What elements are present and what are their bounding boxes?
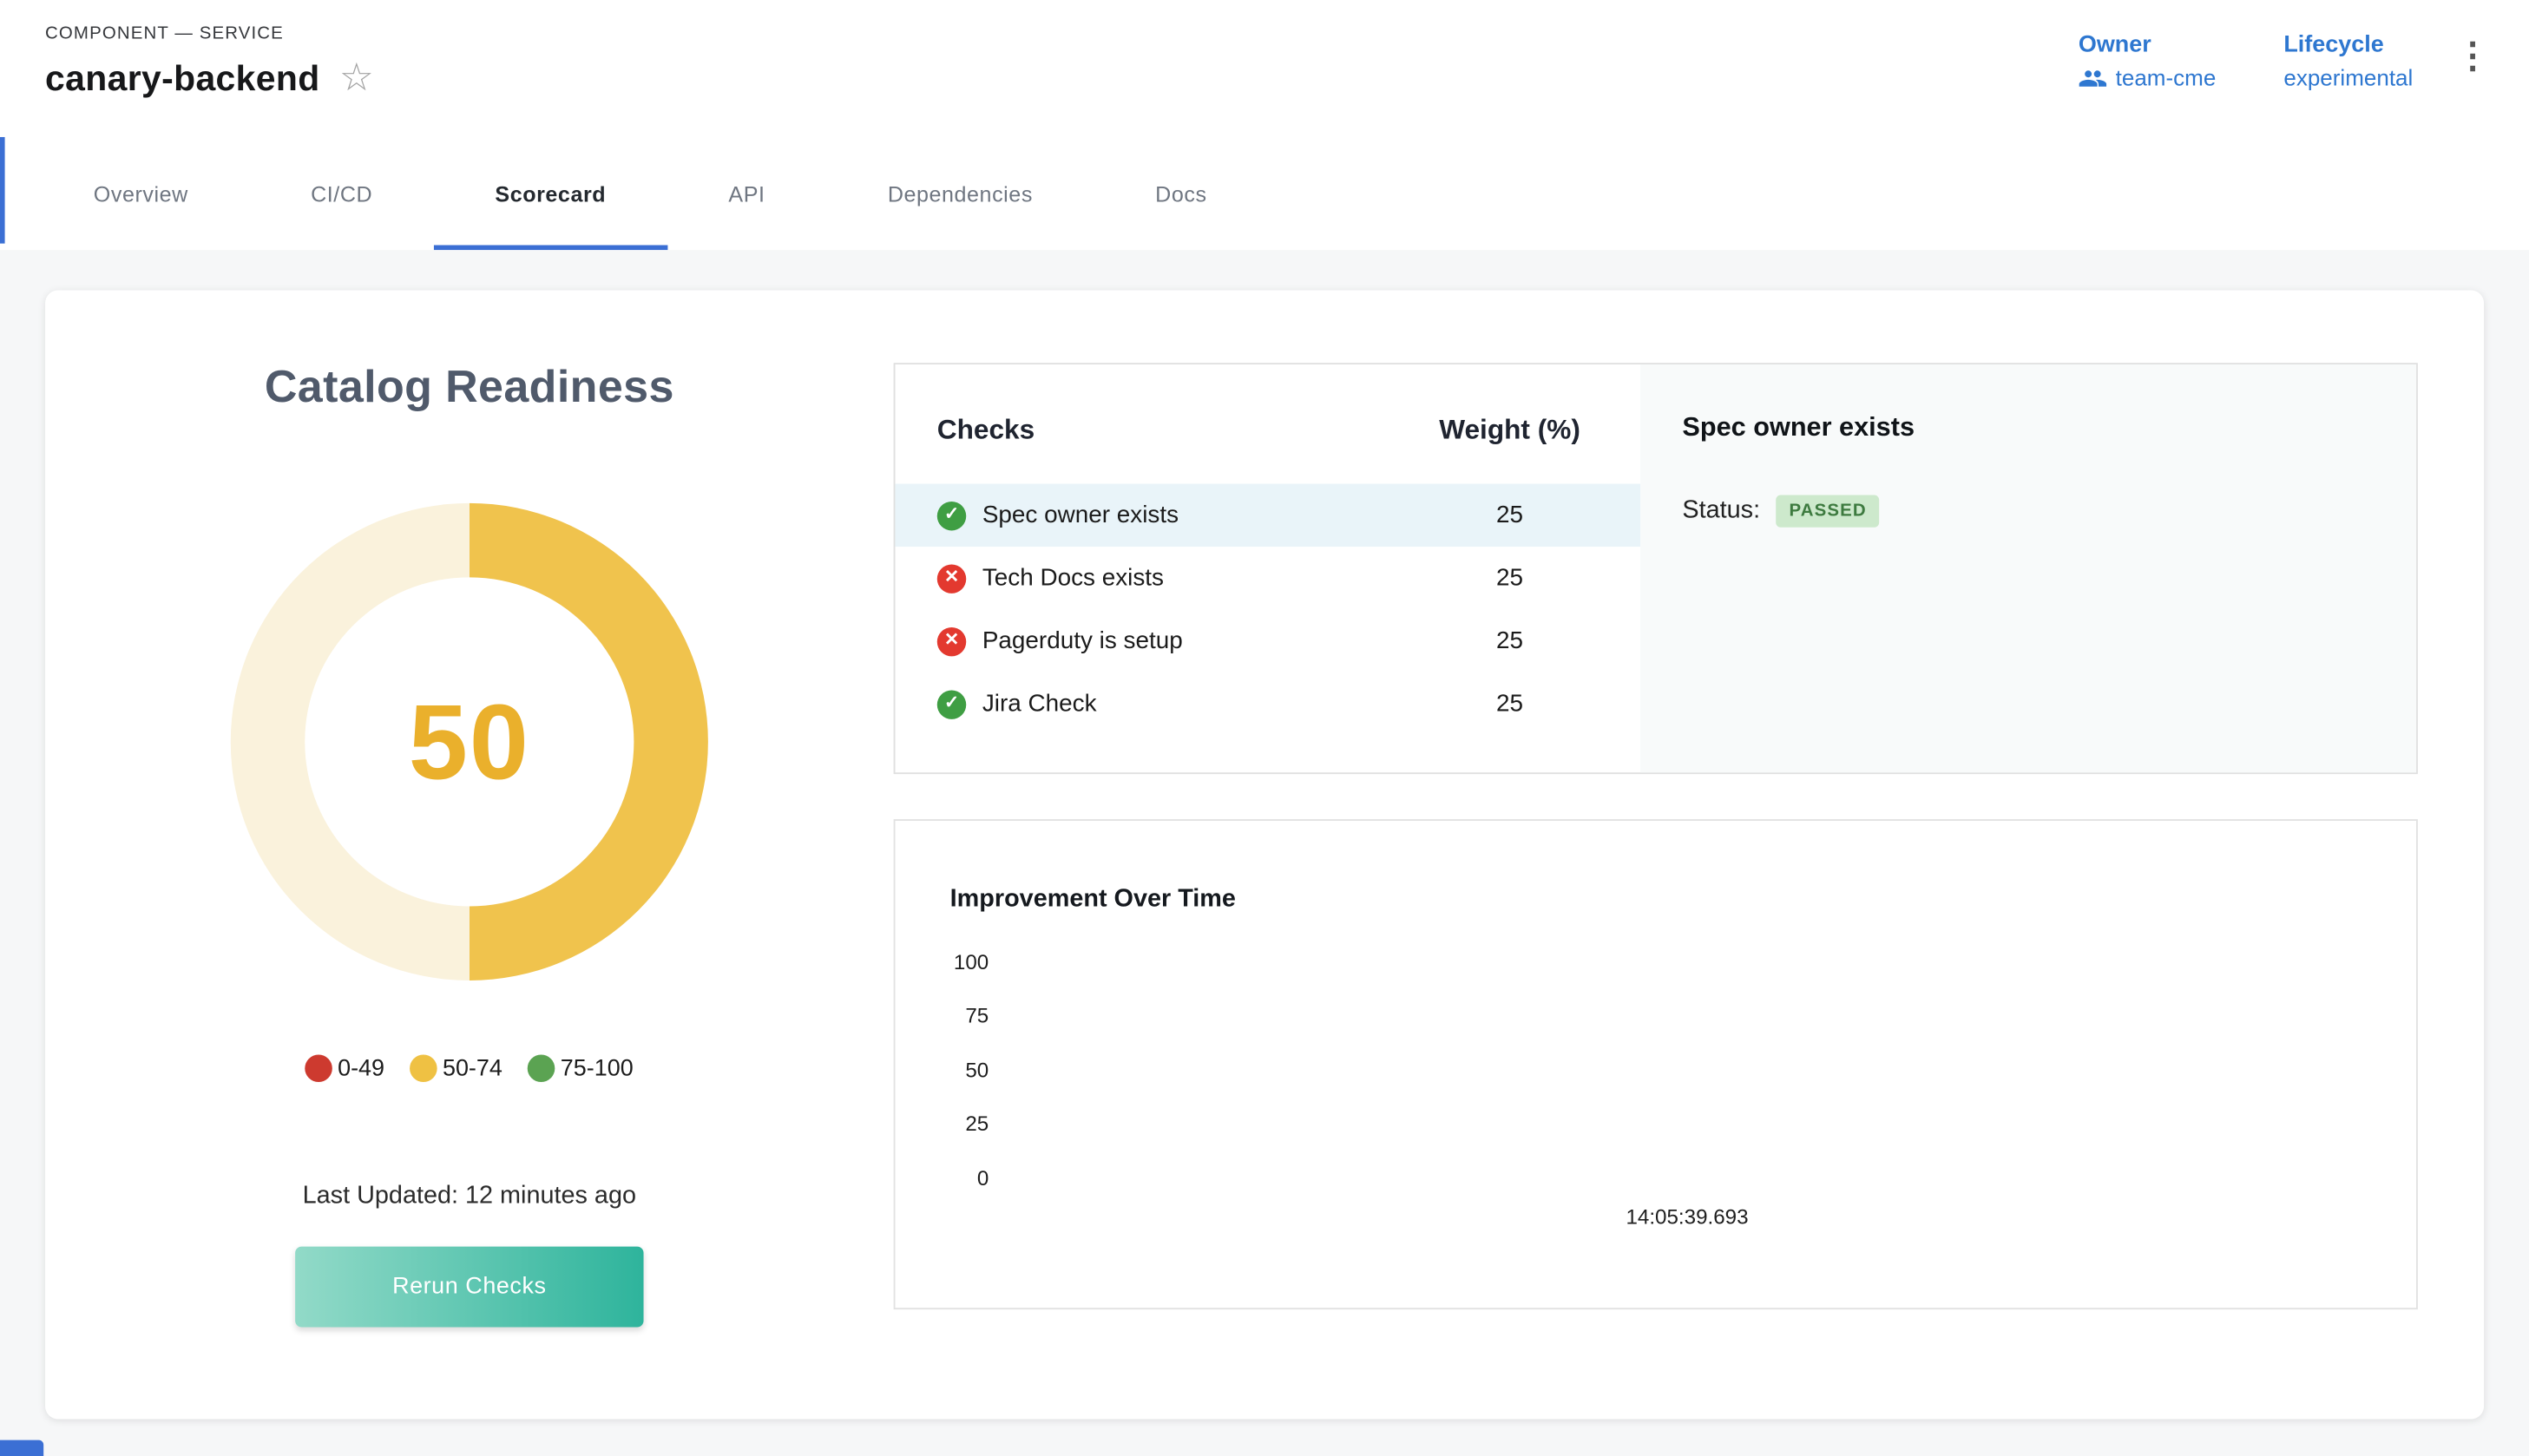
tab-cicd[interactable]: CI/CD <box>249 137 433 250</box>
scorecard-card: Catalog Readiness 50 0-49 50-74 <box>45 291 2484 1420</box>
score-legend: 0-49 50-74 75-100 <box>305 1054 634 1082</box>
check-row-pagerduty[interactable]: ✕ Pagerduty is setup 25 <box>895 610 1640 672</box>
tab-dependencies[interactable]: Dependencies <box>826 137 1094 250</box>
check-detail-panel: Spec owner exists Status: PASSED <box>1640 364 2416 772</box>
check-name: Tech Docs exists <box>982 564 1164 592</box>
owner-label: Owner <box>2079 32 2216 58</box>
checks-column: Checks Weight (%) ✓ Spec owner exists 25 <box>894 291 2484 1420</box>
y-axis-tick: 75 <box>941 1003 989 1027</box>
status-label: Status: <box>1682 496 1760 525</box>
bottom-left-accent <box>0 1440 43 1456</box>
breadcrumb: COMPONENT — SERVICE <box>45 24 284 43</box>
last-updated: Last Updated: 12 minutes ago <box>303 1182 636 1210</box>
y-axis-tick: 50 <box>941 1058 989 1082</box>
score-gauge: 50 <box>231 503 708 981</box>
checks-header-label: Checks <box>937 415 1422 447</box>
check-row-jira[interactable]: ✓ Jira Check 25 <box>895 672 1640 735</box>
tab-docs[interactable]: Docs <box>1094 137 1269 250</box>
tab-bar: Overview CI/CD Scorecard API Dependencie… <box>0 137 2529 250</box>
check-weight: 25 <box>1421 690 1598 718</box>
legend-dot-red-icon <box>305 1054 333 1082</box>
legend-label-mid: 50-74 <box>443 1055 503 1081</box>
check-name: Jira Check <box>982 690 1097 718</box>
title-row: canary-backend ☆ <box>45 58 374 100</box>
y-axis-tick: 100 <box>941 950 989 974</box>
status-badge: PASSED <box>1777 495 1880 528</box>
tab-overview[interactable]: Overview <box>32 137 249 250</box>
y-axis-tick: 0 <box>941 1166 989 1190</box>
check-detail-title: Spec owner exists <box>1682 413 2374 443</box>
score-summary-column: Catalog Readiness 50 0-49 50-74 <box>45 291 894 1420</box>
y-axis-tick: 25 <box>941 1112 989 1136</box>
legend-item-high: 75-100 <box>529 1054 634 1082</box>
content-area: Catalog Readiness 50 0-49 50-74 <box>0 250 2529 1456</box>
owner-block: Owner team-cme <box>2079 32 2216 90</box>
owner-value: team-cme <box>2116 64 2217 90</box>
legend-label-low: 0-49 <box>338 1055 384 1081</box>
owner-link[interactable]: team-cme <box>2079 64 2216 90</box>
checks-table: Checks Weight (%) ✓ Spec owner exists 25 <box>895 364 1640 772</box>
favorite-star-icon[interactable]: ☆ <box>339 60 374 99</box>
check-failed-icon: ✕ <box>937 626 966 655</box>
weight-header-label: Weight (%) <box>1421 415 1598 447</box>
lifecycle-block: Lifecycle experimental <box>2283 32 2413 90</box>
improvement-chart-title: Improvement Over Time <box>950 885 1236 914</box>
scorecard-title: Catalog Readiness <box>265 361 674 412</box>
check-passed-icon: ✓ <box>937 501 966 529</box>
rerun-checks-button[interactable]: Rerun Checks <box>295 1247 643 1328</box>
header-meta: Owner team-cme Lifecycle experimental <box>2079 32 2413 90</box>
check-row-tech-docs[interactable]: ✕ Tech Docs exists 25 <box>895 547 1640 609</box>
lifecycle-value: experimental <box>2283 64 2413 90</box>
check-row-spec-owner[interactable]: ✓ Spec owner exists 25 <box>895 484 1640 547</box>
tab-api[interactable]: API <box>667 137 826 250</box>
checks-panel: Checks Weight (%) ✓ Spec owner exists 25 <box>894 363 2418 774</box>
check-status-row: Status: PASSED <box>1682 495 2374 528</box>
check-failed-icon: ✕ <box>937 564 966 593</box>
check-weight: 25 <box>1421 502 1598 529</box>
check-weight: 25 <box>1421 564 1598 592</box>
score-gauge-hole: 50 <box>305 577 634 906</box>
check-name: Spec owner exists <box>982 502 1179 529</box>
more-options-button[interactable]: ⋮ <box>2455 39 2491 75</box>
tab-scorecard[interactable]: Scorecard <box>434 137 667 250</box>
improvement-chart-panel: Improvement Over Time 100 75 50 25 0 14:… <box>894 819 2418 1309</box>
check-weight: 25 <box>1421 627 1598 655</box>
check-passed-icon: ✓ <box>937 690 966 718</box>
legend-label-high: 75-100 <box>561 1055 634 1081</box>
page-title: canary-backend <box>45 58 320 100</box>
lifecycle-label: Lifecycle <box>2283 32 2413 58</box>
score-value: 50 <box>409 680 530 803</box>
x-axis-tick: 14:05:39.693 <box>1526 1204 1849 1229</box>
entity-header: COMPONENT — SERVICE canary-backend ☆ Own… <box>0 0 2529 137</box>
team-icon <box>2079 68 2106 87</box>
left-accent-bar <box>0 137 5 244</box>
legend-item-mid: 50-74 <box>411 1054 503 1082</box>
legend-dot-yellow-icon <box>411 1054 438 1082</box>
legend-item-low: 0-49 <box>305 1054 384 1082</box>
checks-table-header: Checks Weight (%) <box>895 406 1640 455</box>
check-name: Pagerduty is setup <box>982 627 1183 655</box>
app-window: COMPONENT — SERVICE canary-backend ☆ Own… <box>0 0 2529 1456</box>
legend-dot-green-icon <box>529 1054 556 1082</box>
